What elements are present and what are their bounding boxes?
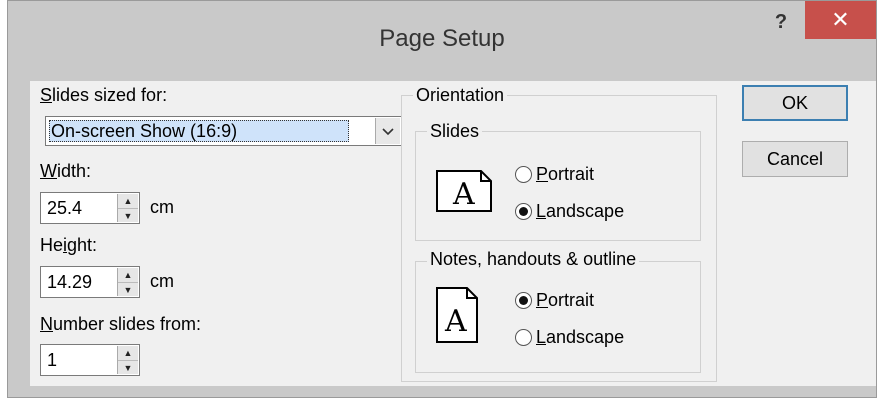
number-slides-from-label: Number slides from:	[40, 314, 202, 334]
number-spin-buttons[interactable]: ▲ ▼	[117, 346, 138, 374]
help-button[interactable]: ?	[763, 7, 799, 37]
slides-sized-for-label: Slides sized for:	[40, 85, 168, 105]
decrement-icon[interactable]: ▼	[118, 208, 138, 223]
notes-landscape-radio[interactable]: Landscape	[515, 327, 624, 348]
height-label: Height:	[40, 235, 98, 255]
radio-button[interactable]	[515, 329, 532, 346]
increment-icon[interactable]: ▲	[118, 346, 138, 360]
close-icon: ✕	[831, 7, 850, 32]
title-bar[interactable]: Page Setup ? ✕	[8, 1, 876, 81]
decrement-icon[interactable]: ▼	[118, 360, 138, 375]
radio-button-selected[interactable]	[515, 203, 532, 220]
radio-button[interactable]	[515, 166, 532, 183]
chevron-down-icon[interactable]	[375, 118, 400, 144]
height-spin-buttons[interactable]: ▲ ▼	[117, 268, 138, 296]
slides-portrait-radio[interactable]: Portrait	[515, 164, 594, 185]
width-label: Width:	[40, 161, 92, 181]
landscape-page-icon: A	[436, 170, 492, 212]
dialog-title: Page Setup	[379, 25, 505, 52]
increment-icon[interactable]: ▲	[118, 268, 138, 282]
slides-group-title: Slides	[427, 121, 483, 142]
portrait-page-icon: A	[436, 287, 478, 343]
height-unit: cm	[150, 271, 174, 291]
number-slides-from-stepper[interactable]: 1 ▲ ▼	[40, 344, 140, 376]
svg-text:A: A	[444, 304, 467, 339]
radio-button-selected[interactable]	[515, 292, 532, 309]
decrement-icon[interactable]: ▼	[118, 282, 138, 297]
number-slides-from-value[interactable]: 1	[47, 350, 57, 371]
slides-sized-for-value: On-screen Show (16:9)	[49, 120, 349, 142]
dialog-body: Slides sized for: On-screen Show (16:9) …	[30, 81, 876, 386]
width-unit: cm	[150, 197, 174, 217]
close-button[interactable]: ✕	[805, 1, 876, 39]
slides-sized-for-select[interactable]: On-screen Show (16:9)	[45, 116, 402, 146]
width-spin-buttons[interactable]: ▲ ▼	[117, 194, 138, 222]
ok-button[interactable]: OK	[742, 85, 848, 121]
svg-text:A: A	[452, 177, 475, 212]
notes-group-title: Notes, handouts & outline	[427, 249, 640, 270]
cancel-button[interactable]: Cancel	[742, 141, 848, 177]
slides-landscape-radio[interactable]: Landscape	[515, 201, 624, 222]
page-setup-dialog: Page Setup ? ✕ Slides sized for: On-scre…	[7, 0, 877, 398]
width-stepper[interactable]: 25.4 ▲ ▼	[40, 192, 140, 224]
height-value[interactable]: 14.29	[47, 272, 92, 293]
increment-icon[interactable]: ▲	[118, 194, 138, 208]
orientation-title: Orientation	[413, 85, 508, 106]
height-stepper[interactable]: 14.29 ▲ ▼	[40, 266, 140, 298]
notes-portrait-radio[interactable]: Portrait	[515, 290, 594, 311]
width-value[interactable]: 25.4	[47, 198, 82, 219]
